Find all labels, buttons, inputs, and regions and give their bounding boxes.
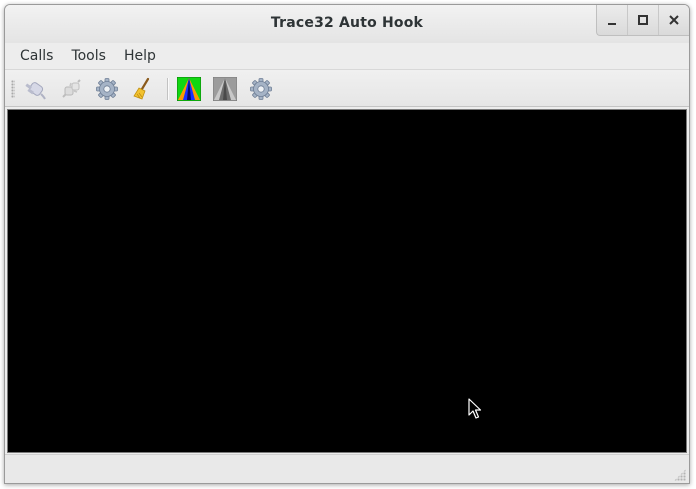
- clear-button[interactable]: [129, 76, 157, 102]
- gear-icon: [250, 78, 272, 100]
- color-triangle-icon: [177, 77, 201, 101]
- maximize-icon: [638, 15, 648, 25]
- output-console[interactable]: [7, 109, 687, 453]
- toolbar-separator: [167, 78, 168, 100]
- menu-calls[interactable]: Calls: [13, 46, 60, 66]
- disconnect-button[interactable]: [57, 76, 85, 102]
- menu-help[interactable]: Help: [117, 46, 163, 66]
- title-bar[interactable]: Trace32 Auto Hook: [5, 5, 689, 44]
- gray-triangle-icon: [213, 77, 237, 101]
- close-button[interactable]: [658, 5, 689, 35]
- toolbar-grip[interactable]: [11, 80, 15, 98]
- preferences-button[interactable]: [247, 76, 275, 102]
- window-controls: [596, 5, 689, 36]
- graph-gray-button[interactable]: [211, 76, 239, 102]
- broom-icon: [133, 77, 150, 100]
- graph-color-button[interactable]: [175, 76, 203, 102]
- window-title: Trace32 Auto Hook: [270, 15, 424, 31]
- app-window: Trace32 Auto Hook Calls Tools Help: [4, 4, 690, 484]
- gear-icon: [96, 78, 118, 100]
- minimize-icon: [608, 23, 616, 25]
- minimize-button[interactable]: [597, 5, 627, 35]
- toolbar: [5, 69, 689, 107]
- connect-plug-icon: [25, 82, 46, 100]
- mouse-pointer-icon: [468, 398, 482, 419]
- status-bar: [5, 454, 689, 483]
- connect-button[interactable]: [21, 76, 49, 102]
- menu-bar: Calls Tools Help: [5, 43, 689, 69]
- menu-tools[interactable]: Tools: [64, 46, 113, 66]
- resize-grip[interactable]: [674, 469, 686, 481]
- disconnect-plug-icon: [62, 79, 81, 98]
- settings-button[interactable]: [93, 76, 121, 102]
- maximize-button[interactable]: [627, 5, 658, 35]
- close-icon: [669, 15, 679, 25]
